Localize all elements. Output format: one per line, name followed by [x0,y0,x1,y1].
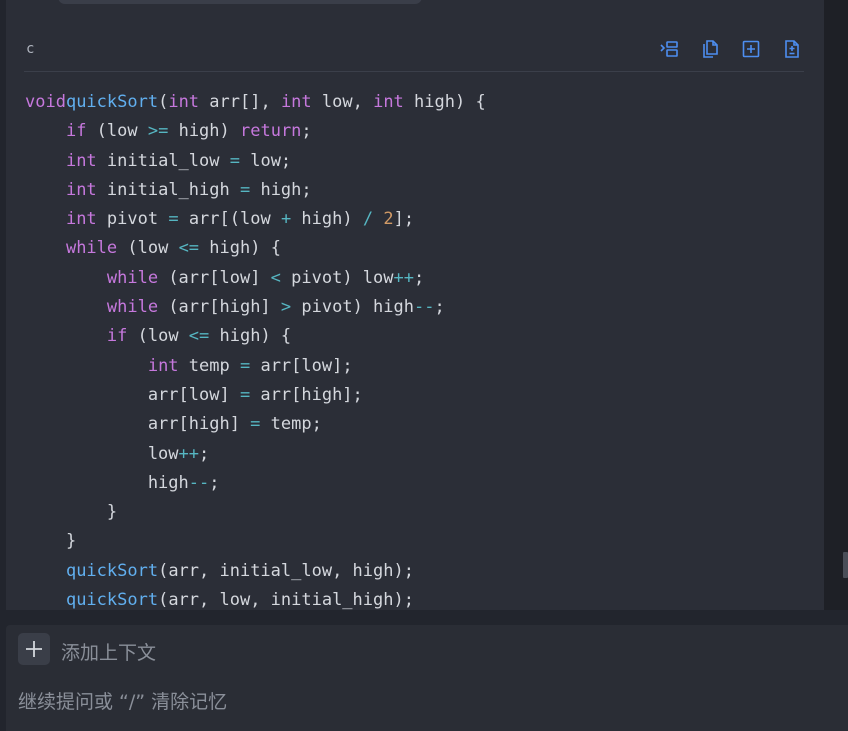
code-line: if (low <= high) { [106,326,292,347]
previous-inline-code-fragment [58,0,422,4]
new-file-button[interactable] [739,37,763,61]
new-file-icon [742,40,760,58]
insert-at-cursor-icon [660,41,678,57]
code-line: } [25,502,118,523]
code-line: int pivot = arr[(low + high) / 2]; [65,209,415,230]
chat-panel: c voidquickSort(int arr[], int low, int … [0,0,848,731]
code-line: arr[high] = temp; [25,414,322,435]
add-context-label[interactable]: 添加上下文 [61,638,156,665]
add-context-button[interactable] [18,633,50,665]
code-line: int temp = arr[low]; [147,355,353,376]
plus-icon [26,641,42,657]
code-content[interactable]: voidquickSort(int arr[], int low, int hi… [25,88,486,610]
chat-input[interactable] [18,687,818,717]
scroll-track[interactable] [824,0,848,610]
code-block-toolbar [657,37,804,61]
code-line: quickSort(arr, initial_low, high); [65,560,414,581]
copy-icon [703,40,718,58]
code-line: while (arr[low] < pivot) low++; [106,267,425,288]
code-block: c voidquickSort(int arr[], int low, int … [6,0,824,610]
code-line: arr[low] = arr[high]; [25,384,363,405]
code-line: while (low <= high) { [65,238,281,259]
code-line: } [25,531,77,552]
code-line: int initial_low = low; [65,150,292,171]
code-line: int initial_high = high; [65,179,312,200]
code-line: low++; [25,443,210,464]
code-line: voidquickSort(int arr[], int low, int hi… [25,92,486,112]
code-block-header: c [24,32,804,72]
insert-at-cursor-button[interactable] [657,37,681,61]
code-line: high--; [25,472,220,493]
apply-diff-button[interactable] [780,37,804,61]
chat-composer: 添加上下文 [6,625,848,731]
scrollbar-thumb[interactable] [843,552,848,578]
code-line: while (arr[high] > pivot) high--; [106,297,445,318]
code-language-label: c [26,41,35,57]
copy-button[interactable] [698,37,722,61]
apply-diff-icon [785,40,799,58]
code-line: if (low >= high) return; [65,121,312,142]
code-line: quickSort(arr, low, initial_high); [65,590,414,610]
